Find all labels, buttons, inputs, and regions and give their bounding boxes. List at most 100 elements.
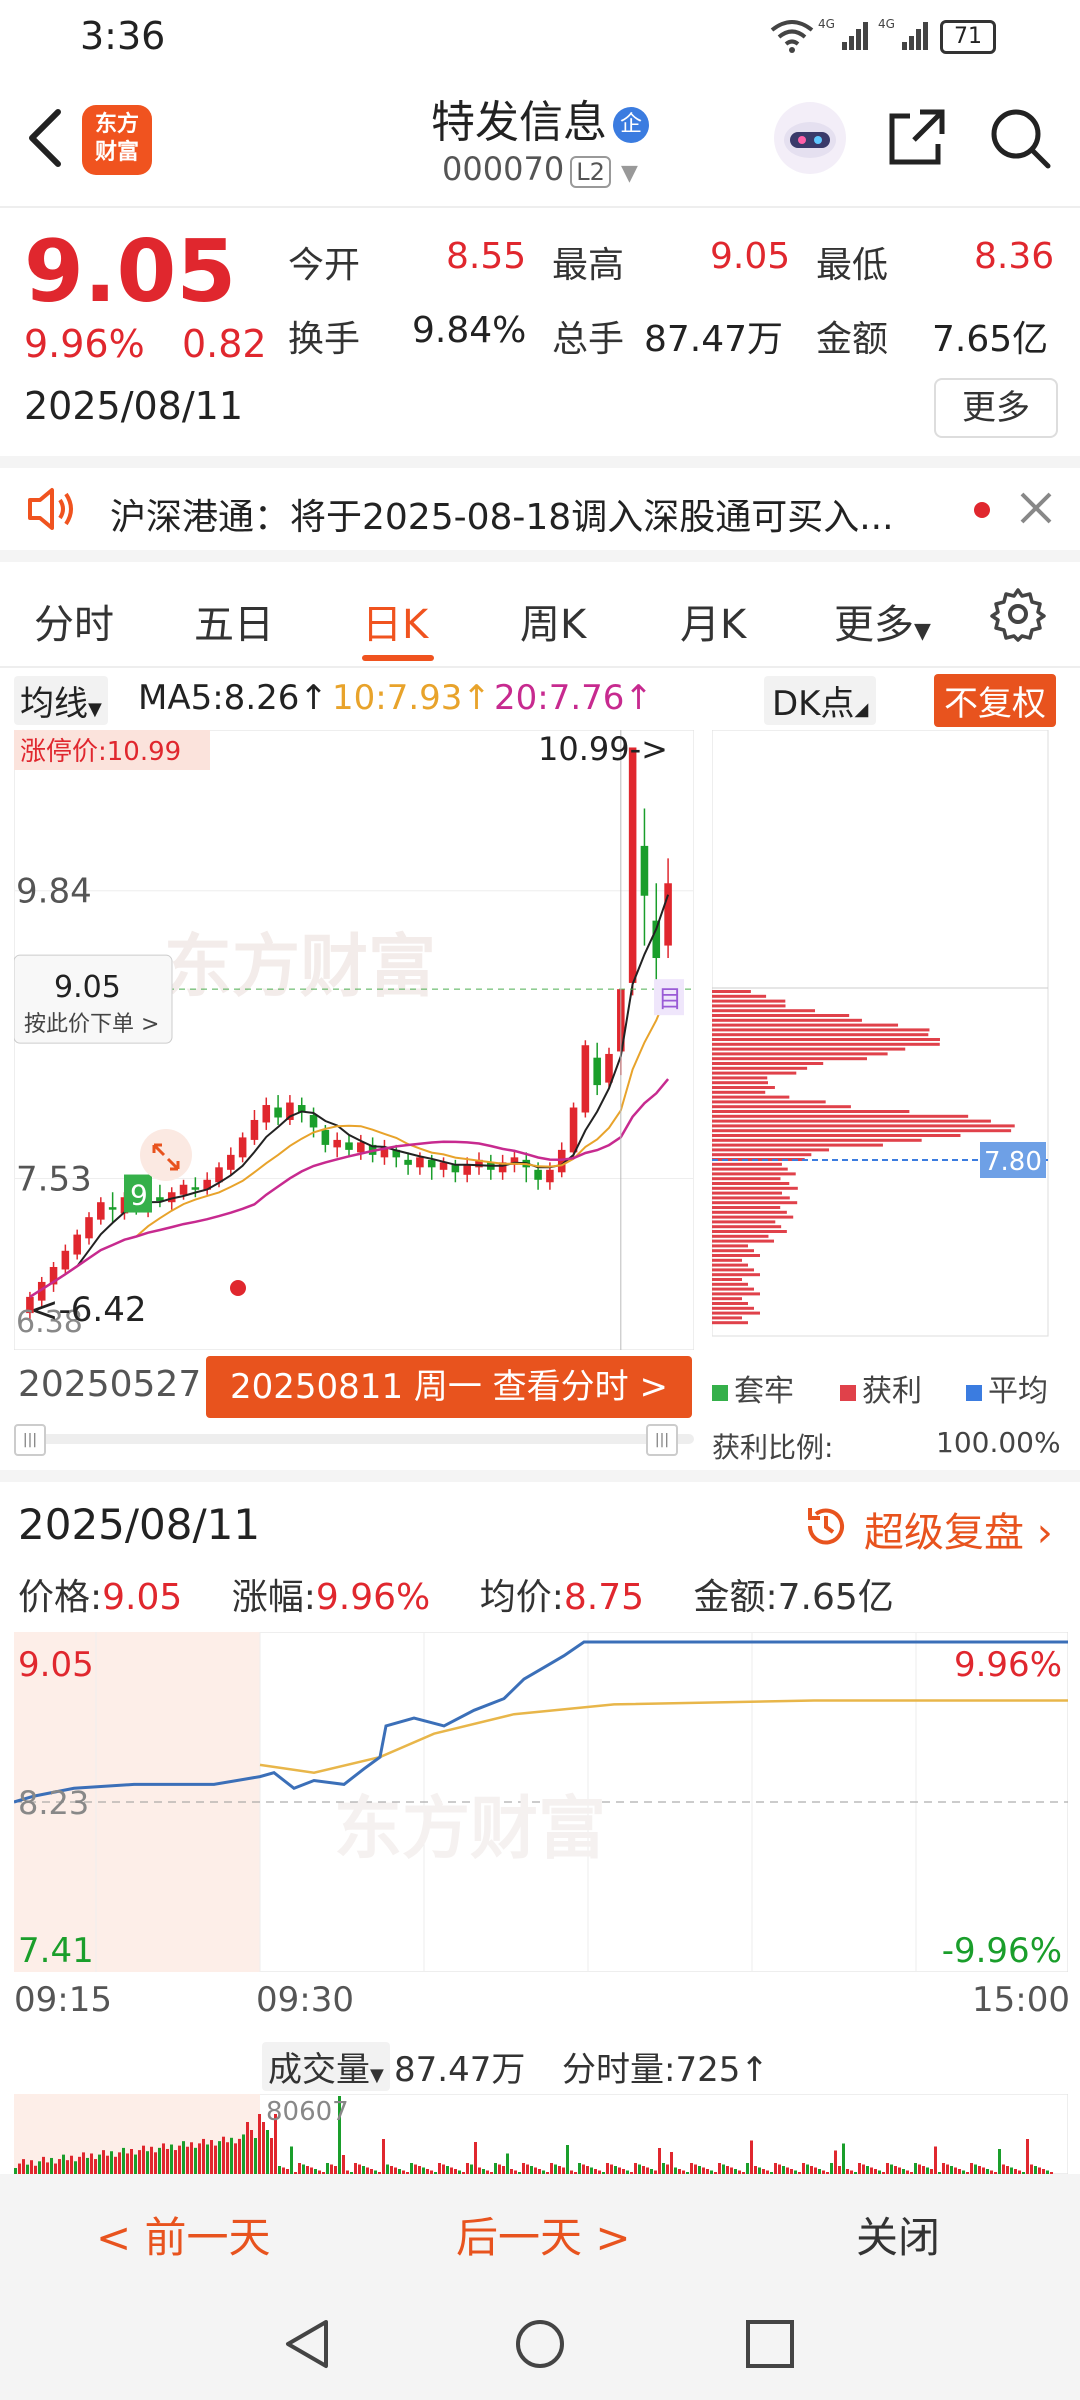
view-intraday-button[interactable]: 20250811 周一 查看分时 >	[206, 1356, 692, 1418]
ma-selector[interactable]: 均线▼	[14, 676, 108, 725]
detail-pct-label: 涨幅:	[231, 1577, 316, 1618]
volume-bar	[498, 2164, 501, 2174]
profile-bar	[712, 1297, 742, 1301]
previous-day-button[interactable]: < 前一天	[96, 2204, 271, 2265]
volume-bar	[974, 2164, 977, 2174]
close-button[interactable]: 关闭	[856, 2204, 940, 2265]
candle-body	[463, 1164, 471, 1175]
dk-point-selector[interactable]: DK点◢	[764, 676, 877, 725]
profile-bar	[712, 1042, 940, 1046]
adjust-button[interactable]: 不复权	[934, 674, 1056, 727]
tab-monthly-k[interactable]: 月K	[680, 592, 746, 650]
volume-bar	[22, 2159, 25, 2174]
volume-bar	[834, 2150, 837, 2174]
candle-body	[404, 1159, 412, 1165]
next-day-button[interactable]: 后一天 >	[456, 2204, 631, 2265]
share-icon[interactable]	[884, 106, 948, 174]
scroll-handle-left[interactable]: |||	[14, 1424, 46, 1456]
nav-recents-icon[interactable]	[744, 2318, 796, 2374]
profile-bar	[712, 1268, 754, 1272]
nav-home-icon[interactable]	[514, 2318, 566, 2374]
profile-bar	[712, 1311, 760, 1315]
volume-bar	[842, 2143, 845, 2174]
volume-bar	[222, 2136, 225, 2174]
intraday-top-pct: 9.96%	[954, 1645, 1062, 1685]
volume-bar	[150, 2146, 153, 2174]
volume-selector[interactable]: 成交量▼	[262, 2042, 390, 2091]
change-pct: 9.96%	[24, 322, 145, 366]
profile-bar	[712, 1182, 790, 1185]
settings-gear-icon[interactable]	[990, 586, 1046, 646]
more-quote-button[interactable]: 更多	[934, 378, 1058, 438]
low-value: 8.36	[974, 236, 1055, 277]
volume-bar	[170, 2144, 173, 2174]
close-icon[interactable]	[1018, 490, 1054, 530]
volume-bar	[362, 2166, 365, 2174]
legend-locked-swatch	[712, 1385, 728, 1401]
tab-more-label: 更多	[834, 602, 914, 648]
nav-back-icon[interactable]	[282, 2318, 334, 2374]
volume-bar	[326, 2163, 329, 2174]
search-icon[interactable]	[988, 106, 1052, 174]
kline-scrollbar[interactable]: ||| |||	[14, 1424, 694, 1456]
volume-bar	[278, 2166, 281, 2174]
kline-chart[interactable]: 东方财富 涨停价:10.99 10.99-> 9.84 7.53 6.38 <-6.42 9.…	[13, 729, 695, 1351]
volume-bar	[90, 2153, 93, 2174]
profile-bar	[712, 1287, 754, 1291]
detail-amt-label: 金额:	[693, 1577, 778, 1618]
volume-bar	[610, 2164, 613, 2174]
volume-bar	[918, 2164, 921, 2174]
profile-bar	[712, 1234, 769, 1238]
volume-bar	[134, 2154, 137, 2174]
candle-body	[569, 1107, 578, 1153]
profile-bar	[712, 1258, 742, 1262]
profile-bar	[712, 1033, 929, 1037]
profile-bar	[712, 1220, 776, 1224]
profile-frame	[711, 729, 1049, 1337]
volume-bar	[102, 2150, 105, 2174]
profile-bar	[712, 1086, 775, 1089]
stock-name: 特发信息	[431, 97, 607, 148]
volume-bar	[246, 2122, 249, 2174]
volume-bar	[890, 2164, 893, 2174]
system-navbar	[0, 2286, 1080, 2400]
candle-body	[451, 1164, 460, 1173]
robot-assistant-icon[interactable]	[772, 100, 848, 180]
tab-five-day[interactable]: 五日	[194, 592, 274, 650]
intraday-bottom-price: 7.41	[18, 1931, 94, 1971]
tab-more[interactable]: 更多▼	[834, 592, 931, 650]
candle-body	[309, 1114, 318, 1128]
volume-bar	[242, 2134, 245, 2174]
profile-bar	[712, 1095, 790, 1099]
candle-body	[534, 1169, 542, 1180]
volume-bar	[358, 2164, 361, 2174]
super-review-link[interactable]: 超级复盘 ›	[864, 1500, 1053, 1558]
intraday-chart[interactable]: 东方财富 9.05 8.23 7.41 9.96% -9.96%	[13, 1631, 1069, 1973]
volume-bar	[226, 2142, 229, 2174]
profile-bar	[712, 1263, 748, 1267]
wifi-icon	[770, 18, 814, 58]
volume-bar	[894, 2166, 897, 2174]
volume-bar	[558, 2166, 561, 2174]
tab-daily-k[interactable]: 日K	[362, 592, 428, 650]
time-label-close: 15:00	[972, 1980, 1070, 2020]
turnover-label: 换手	[288, 319, 361, 360]
volume-bar	[978, 2166, 981, 2174]
volume-chart: 80607	[13, 2093, 1069, 2175]
tab-weekly-k[interactable]: 周K	[520, 592, 586, 650]
tab-intraday[interactable]: 分时	[34, 592, 114, 650]
legend-average: 平均	[966, 1366, 1048, 1410]
y-label-high: 9.84	[16, 872, 92, 912]
scroll-handle-right[interactable]: |||	[646, 1424, 678, 1456]
profile-bar	[712, 1316, 742, 1320]
volume-bar	[126, 2153, 129, 2174]
chip-distribution-chart[interactable]: 7.80	[711, 729, 1052, 1350]
volume-bar	[550, 2163, 553, 2174]
volume-bar	[634, 2163, 637, 2174]
low-price-pointer: <-6.42	[30, 1290, 146, 1330]
volume-bar	[410, 2163, 413, 2174]
volume-bar	[830, 2163, 833, 2174]
volume-bar	[530, 2166, 533, 2174]
notice-text[interactable]: 沪深港通：将于2025-08-18调入深股通可买入...	[110, 488, 894, 540]
candle-body	[333, 1139, 341, 1148]
